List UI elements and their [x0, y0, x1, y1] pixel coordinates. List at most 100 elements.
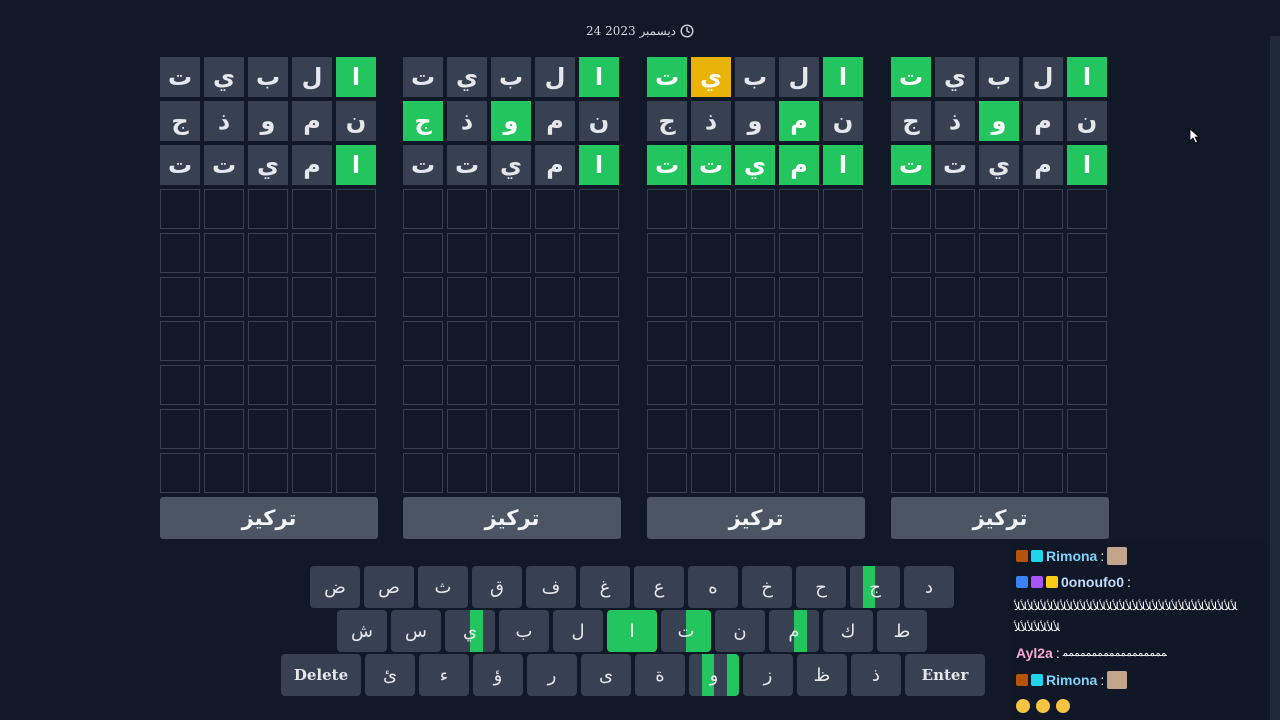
letter-tile: ن — [823, 101, 863, 141]
key-label: ج — [869, 576, 881, 598]
letter-tile — [1023, 321, 1063, 361]
letter-tile — [491, 277, 531, 317]
letter-tile — [403, 189, 443, 229]
focus-button[interactable]: تركيز — [160, 497, 378, 539]
key[interactable]: ل — [553, 610, 603, 652]
key[interactable]: س — [391, 610, 441, 652]
guess-grid: تيبلاجذومنتتيما — [403, 57, 621, 493]
key-label: س — [405, 620, 427, 642]
letter-tile: ج — [647, 101, 687, 141]
letter-tile: ي — [248, 145, 288, 185]
letter-tile — [691, 189, 731, 229]
letter-tile — [691, 233, 731, 273]
key-label: ء — [439, 664, 449, 686]
letter-tile: و — [735, 101, 775, 141]
chat-username[interactable]: Rimona — [1046, 548, 1097, 564]
key[interactable]: ن — [715, 610, 765, 652]
key[interactable]: ه — [688, 566, 738, 608]
enter-key[interactable]: Enter — [905, 654, 985, 696]
letter-tile — [979, 321, 1019, 361]
letter-tile — [891, 321, 931, 361]
letter-tile — [979, 233, 1019, 273]
focus-button[interactable]: تركيز — [891, 497, 1109, 539]
key[interactable]: م — [769, 610, 819, 652]
letter-tile — [292, 321, 332, 361]
letter-tile — [535, 189, 575, 229]
key[interactable]: ا — [607, 610, 657, 652]
key[interactable]: خ — [742, 566, 792, 608]
letter-tile — [579, 453, 619, 493]
key[interactable]: ذ — [851, 654, 901, 696]
key[interactable]: ف — [526, 566, 576, 608]
letter-tile — [1023, 189, 1063, 229]
key[interactable]: ع — [634, 566, 684, 608]
letter-tile — [204, 189, 244, 229]
letter-tile — [735, 233, 775, 273]
key[interactable]: ء — [419, 654, 469, 696]
key[interactable]: ط — [877, 610, 927, 652]
chat-message: 0onoufo0 : — [1016, 572, 1131, 592]
key[interactable]: ي — [445, 610, 495, 652]
letter-tile — [935, 409, 975, 449]
mouse-cursor-icon — [1189, 128, 1201, 144]
focus-button[interactable]: تركيز — [647, 497, 865, 539]
letter-tile — [292, 409, 332, 449]
letter-tile: ت — [160, 57, 200, 97]
key[interactable]: د — [904, 566, 954, 608]
key[interactable]: غ — [580, 566, 630, 608]
focus-button[interactable]: تركيز — [403, 497, 621, 539]
letter-tile — [535, 277, 575, 317]
key[interactable]: ت — [661, 610, 711, 652]
key[interactable]: ث — [418, 566, 468, 608]
key[interactable]: ق — [472, 566, 522, 608]
key-label: م — [788, 620, 800, 642]
letter-tile — [204, 321, 244, 361]
emote-icon — [1107, 547, 1128, 565]
key[interactable]: ض — [310, 566, 360, 608]
letter-tile — [891, 365, 931, 405]
chat-username[interactable]: Rimona — [1046, 672, 1097, 688]
key[interactable]: ك — [823, 610, 873, 652]
chat-username[interactable]: Ayl2a — [1016, 645, 1053, 661]
letter-tile — [823, 277, 863, 317]
key-label: ل — [571, 620, 585, 642]
key[interactable]: ى — [581, 654, 631, 696]
chat-badge-icon — [1031, 550, 1043, 562]
scrollbar[interactable] — [1270, 36, 1280, 720]
key[interactable]: ج — [850, 566, 900, 608]
letter-tile: م — [779, 101, 819, 141]
key[interactable]: ة — [635, 654, 685, 696]
letter-tile: ل — [1023, 57, 1063, 97]
key[interactable]: ظ — [797, 654, 847, 696]
laughing-emoji-icon — [1056, 699, 1070, 713]
letter-tile — [403, 277, 443, 317]
key[interactable]: ؤ — [473, 654, 523, 696]
letter-tile — [579, 409, 619, 449]
letter-tile: ا — [336, 57, 376, 97]
key[interactable]: ح — [796, 566, 846, 608]
letter-tile — [336, 453, 376, 493]
key[interactable]: ب — [499, 610, 549, 652]
key[interactable]: ز — [743, 654, 793, 696]
key[interactable]: ئ — [365, 654, 415, 696]
letter-tile — [935, 365, 975, 405]
letter-tile — [491, 453, 531, 493]
key-label: غ — [599, 576, 611, 598]
letter-tile — [1023, 277, 1063, 317]
key[interactable]: ص — [364, 566, 414, 608]
key[interactable]: ش — [337, 610, 387, 652]
chat-username[interactable]: 0onoufo0 — [1061, 574, 1124, 590]
key[interactable]: و — [689, 654, 739, 696]
letter-tile — [204, 453, 244, 493]
key[interactable]: ر — [527, 654, 577, 696]
delete-key[interactable]: Delete — [281, 654, 361, 696]
chat-separator: : — [1100, 672, 1105, 688]
letter-tile — [647, 189, 687, 229]
key-label: ه — [708, 576, 718, 598]
key-label: خ — [761, 576, 773, 598]
letter-tile — [579, 233, 619, 273]
letter-tile: ت — [891, 145, 931, 185]
chat-separator: : — [1100, 548, 1105, 564]
letter-tile: م — [535, 145, 575, 185]
key-label: د — [924, 576, 933, 598]
